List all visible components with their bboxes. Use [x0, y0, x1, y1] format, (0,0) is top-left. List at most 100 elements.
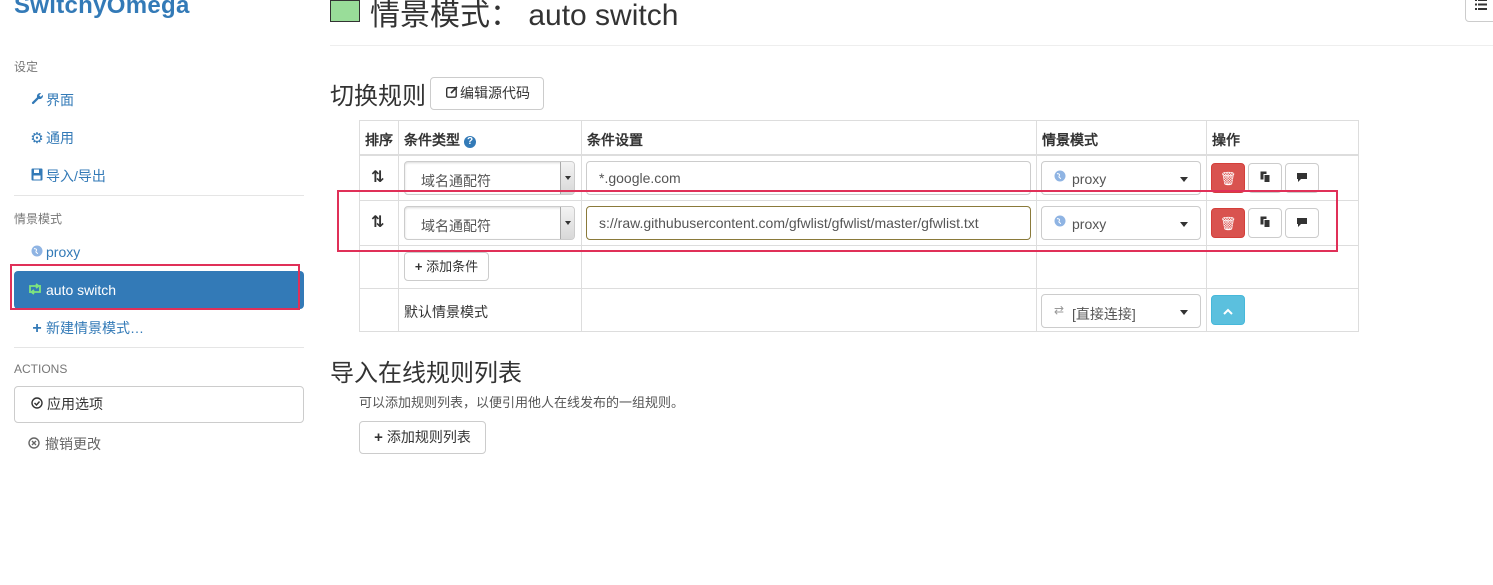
floppy-icon: [28, 164, 46, 188]
check-circle-icon: [31, 387, 47, 422]
profile-value: proxy: [1072, 216, 1107, 232]
divider: [14, 195, 304, 196]
plus-icon: +: [32, 320, 42, 337]
column-divider: [398, 121, 399, 331]
sidebar-item-label: auto switch: [46, 282, 117, 298]
sort-handle-icon[interactable]: ⇅: [371, 167, 384, 187]
add-rule-list-button[interactable]: + 添加规则列表: [359, 421, 486, 454]
note-rule-button[interactable]: [1285, 208, 1319, 238]
rule-list-title: 导入在线规则列表: [330, 360, 522, 387]
condition-type-select[interactable]: 域名通配符: [404, 206, 575, 240]
plus-icon: +: [414, 259, 423, 274]
copy-icon: [1260, 171, 1271, 186]
new-profile-label: 新建情景模式…: [46, 320, 144, 336]
edit-icon: [444, 78, 460, 109]
gear-icon: ⚙: [30, 130, 44, 147]
row-divider: [360, 245, 1358, 246]
profile-color-swatch[interactable]: [330, 0, 360, 22]
spinner-arrow-icon: [560, 162, 574, 194]
default-profile-label: 默认情景模式: [404, 304, 488, 320]
wrench-icon: [28, 88, 46, 112]
list-toggle-button[interactable]: [1465, 0, 1493, 22]
help-icon[interactable]: ?: [464, 136, 476, 148]
discard-label: 撤销更改: [45, 436, 101, 452]
profile-value: proxy: [1072, 171, 1107, 187]
new-profile-link[interactable]: + 新建情景模式…: [28, 316, 144, 340]
profile-select[interactable]: proxy: [1041, 161, 1201, 195]
trash-icon: 🗑: [1219, 171, 1237, 186]
globe-icon: [28, 240, 46, 264]
condition-input[interactable]: s://raw.githubusercontent.com/gfwlist/gf…: [586, 206, 1031, 240]
list-icon: [1475, 0, 1487, 13]
sidebar-item-label: proxy: [46, 244, 81, 260]
sidebar-item-interface[interactable]: 界面: [28, 88, 74, 112]
row-divider: [360, 200, 1358, 201]
discard-button[interactable]: 撤销更改: [28, 432, 101, 456]
sort-handle-icon[interactable]: ⇅: [371, 212, 384, 232]
edit-source-button[interactable]: 编辑源代码: [430, 77, 544, 110]
sidebar-item-auto-switch[interactable]: auto switch: [14, 271, 304, 309]
column-header-profile: 情景模式: [1042, 132, 1098, 148]
column-divider: [1036, 121, 1037, 331]
comment-icon: [1296, 216, 1308, 231]
retweet-icon: [27, 271, 46, 309]
profile-select[interactable]: proxy: [1041, 206, 1201, 240]
settings-header: 设定: [14, 60, 39, 74]
rules-table: 排序 条件类型? 条件设置 情景模式 操作 ⇅ 域名通配符 *.google.c…: [359, 120, 1359, 332]
plus-icon: +: [374, 429, 383, 446]
comment-icon: [1296, 171, 1308, 186]
spinner-arrow-icon: [560, 207, 574, 239]
sidebar-item-label: 导入/导出: [46, 168, 106, 184]
row-divider: [360, 288, 1358, 289]
note-rule-button[interactable]: [1285, 163, 1319, 193]
caret-down-icon: [1180, 310, 1188, 315]
default-profile-value: [直接连接]: [1072, 306, 1136, 322]
page-header: 情景模式： auto switch: [330, 0, 1493, 46]
sidebar-item-import-export[interactable]: 导入/导出: [28, 164, 106, 188]
exchange-icon: ⇄: [1054, 303, 1065, 317]
sidebar-item-label: 通用: [46, 130, 74, 146]
column-header-label: 条件类型: [404, 132, 460, 148]
add-condition-button[interactable]: + 添加条件: [404, 252, 489, 281]
delete-rule-button[interactable]: 🗑: [1211, 208, 1245, 238]
sidebar-item-label: 界面: [46, 92, 74, 108]
profiles-header: 情景模式: [14, 212, 63, 226]
copy-icon: [1260, 216, 1271, 231]
actions-header: ACTIONS: [14, 362, 68, 376]
apply-button[interactable]: 应用选项: [14, 386, 304, 423]
add-condition-label: 添加条件: [426, 259, 479, 274]
column-header-condition: 条件设置: [587, 132, 643, 148]
collapse-button[interactable]: [1211, 295, 1245, 325]
clone-rule-button[interactable]: [1248, 163, 1282, 193]
rules-title: 切换规则: [330, 83, 426, 110]
column-header-sort: 排序: [365, 132, 393, 148]
add-rule-list-label: 添加规则列表: [386, 429, 471, 445]
page-title: 情景模式： auto switch: [370, 0, 679, 32]
clone-rule-button[interactable]: [1248, 208, 1282, 238]
globe-icon: [1054, 170, 1066, 185]
caret-down-icon: [1180, 177, 1188, 182]
caret-down-icon: [1180, 222, 1188, 227]
sidebar-item-general[interactable]: ⚙ 通用: [28, 126, 74, 150]
divider: [14, 347, 304, 348]
chevron-up-icon: [1223, 303, 1233, 318]
condition-type-select[interactable]: 域名通配符: [404, 161, 575, 195]
condition-type-value: 域名通配符: [421, 173, 491, 189]
column-header-condition-type: 条件类型?: [404, 130, 476, 150]
sidebar: SwitchyOmega 设定 界面 ⚙ 通用 导入/导出 情景模式 proxy …: [0, 0, 312, 585]
condition-input[interactable]: *.google.com: [586, 161, 1031, 195]
sidebar-item-proxy[interactable]: proxy: [28, 240, 80, 264]
x-circle-icon: [28, 432, 45, 456]
column-divider: [1206, 121, 1207, 331]
apply-label: 应用选项: [47, 396, 103, 412]
app-brand[interactable]: SwitchyOmega: [14, 0, 190, 20]
rule-list-description: 可以添加规则列表，以便引用他人在线发布的一组规则。: [359, 395, 685, 410]
delete-rule-button[interactable]: 🗑: [1211, 163, 1245, 193]
column-divider: [581, 121, 582, 331]
default-profile-select[interactable]: ⇄ [直接连接]: [1041, 294, 1201, 328]
edit-source-label: 编辑源代码: [460, 85, 530, 101]
header-divider: [360, 154, 1358, 156]
condition-type-value: 域名通配符: [421, 218, 491, 234]
trash-icon: 🗑: [1219, 216, 1237, 231]
column-header-actions: 操作: [1212, 132, 1240, 148]
